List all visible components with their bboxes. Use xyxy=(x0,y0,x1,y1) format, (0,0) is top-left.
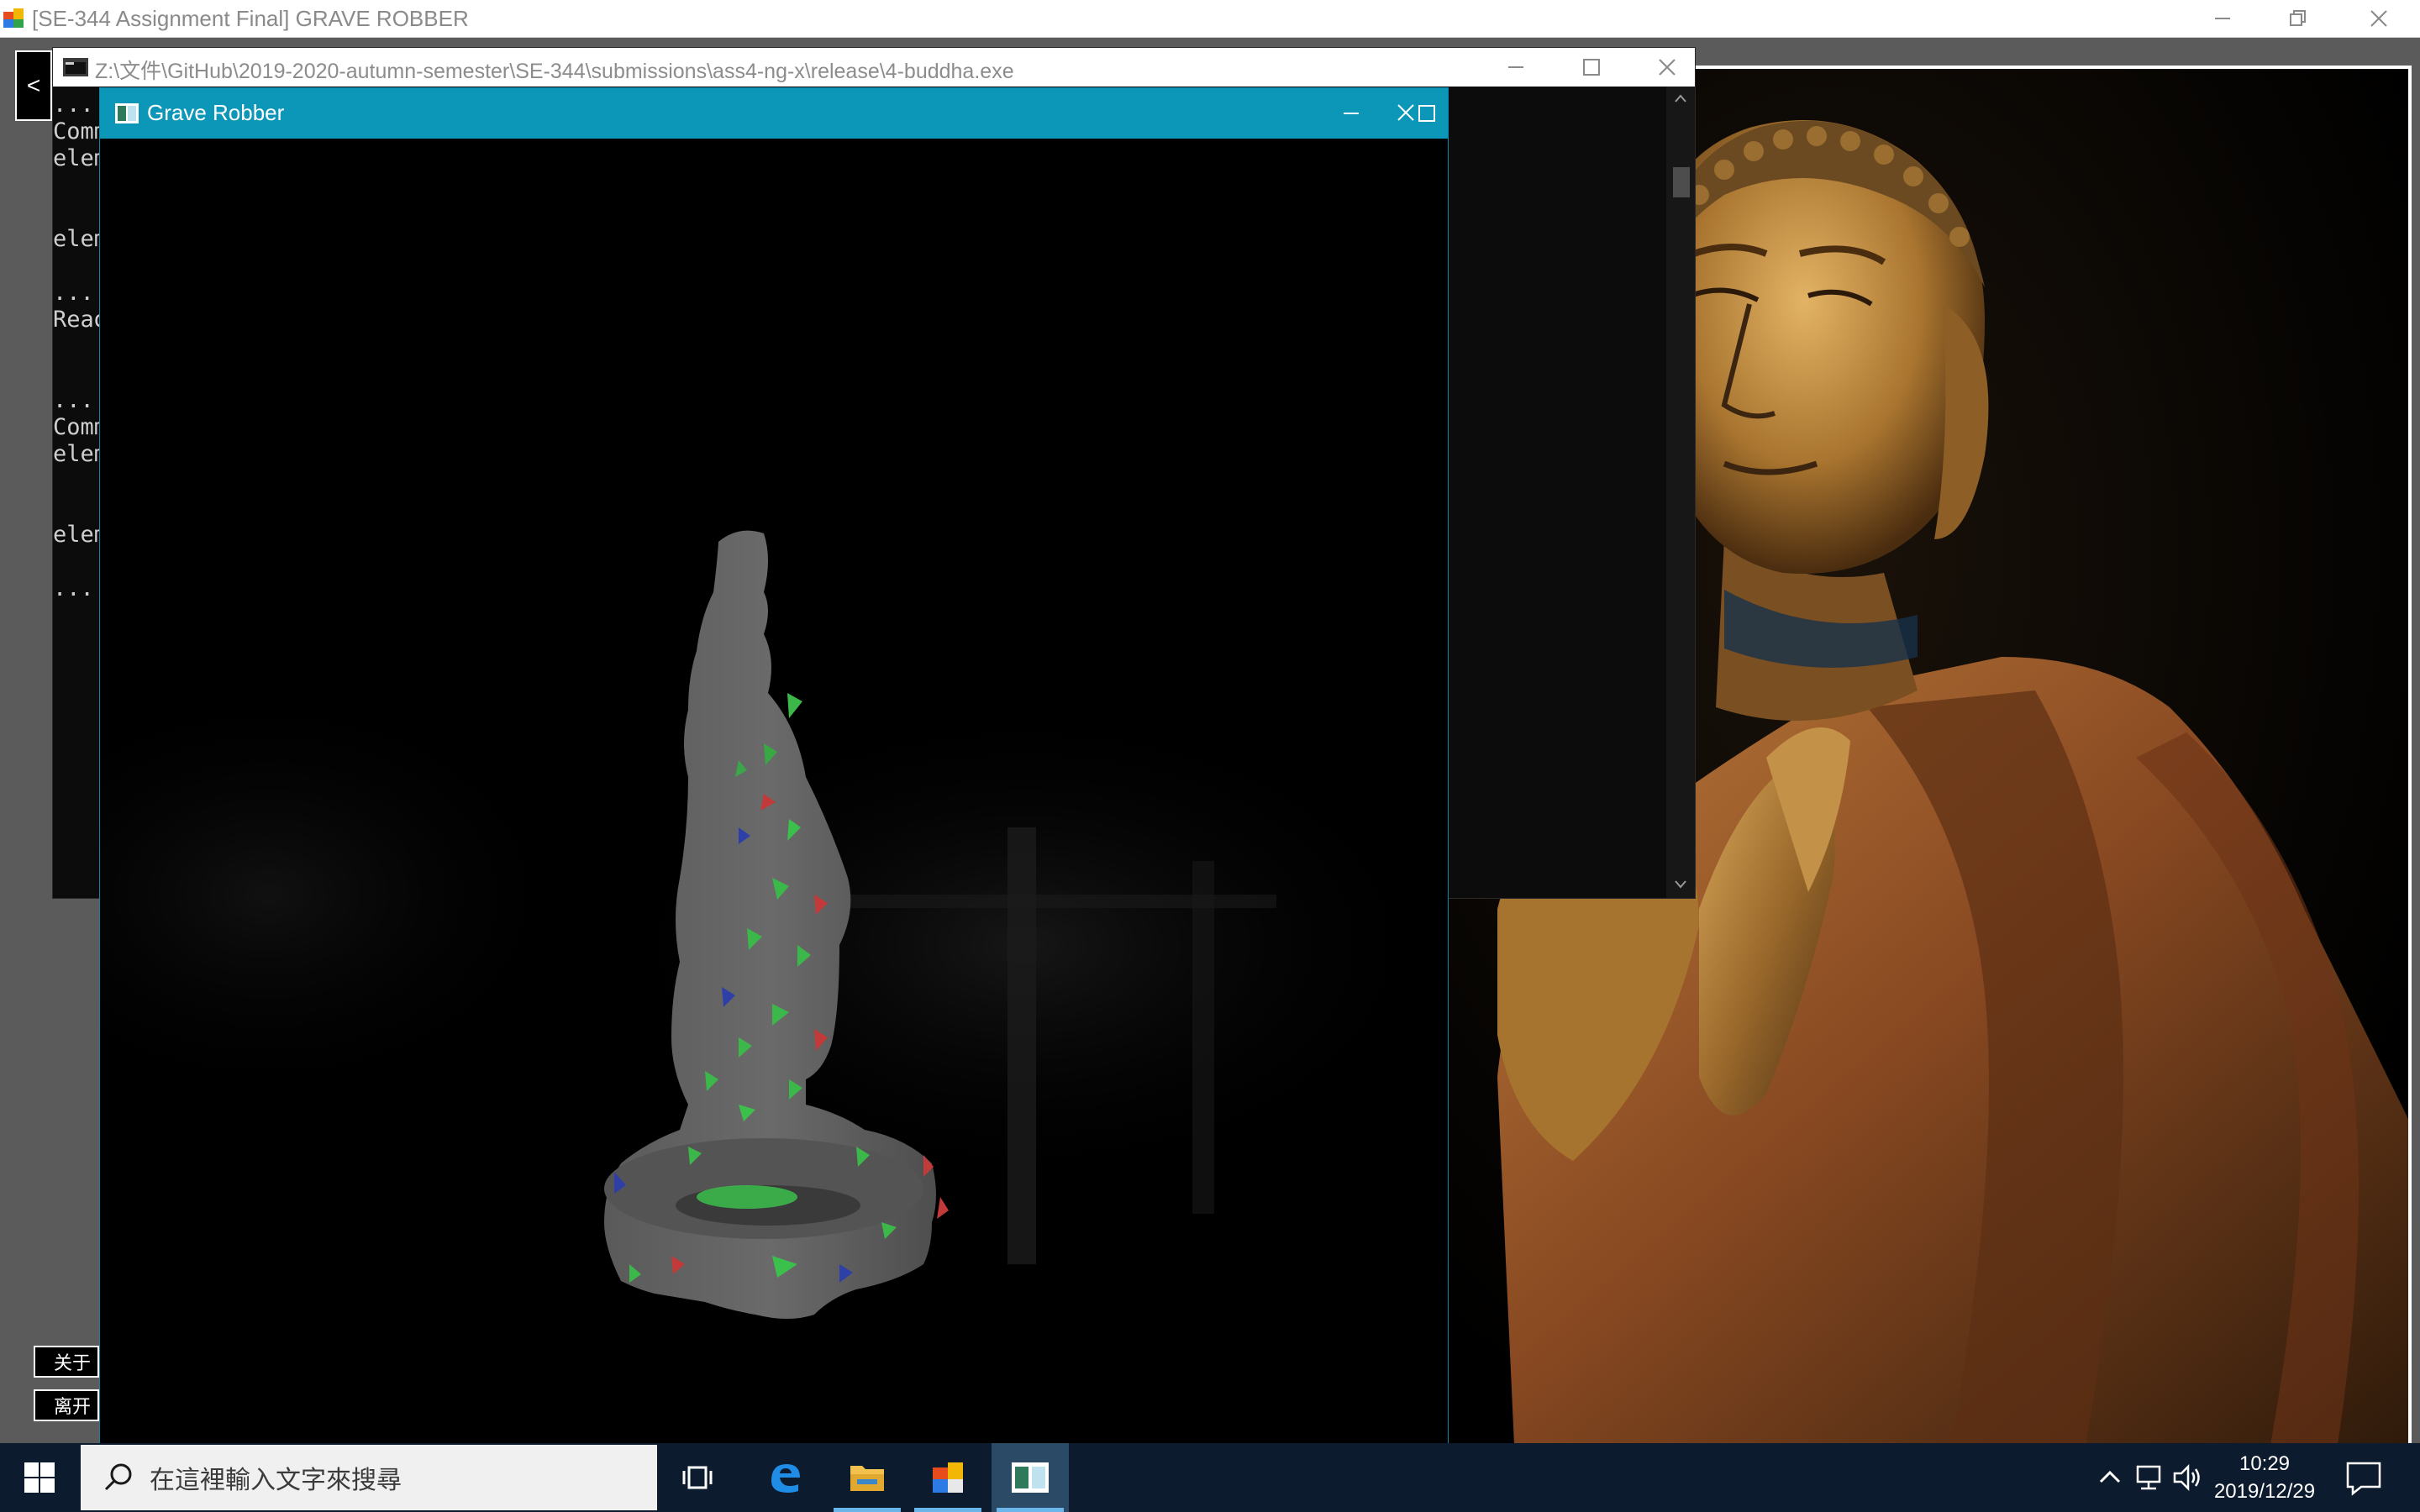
grave-robber-window[interactable]: Grave Robber xyxy=(99,87,1449,1446)
clock-time: 10:29 xyxy=(2238,1452,2291,1475)
console-scroll-thumb[interactable] xyxy=(1673,167,1690,197)
gl-close-button[interactable] xyxy=(1368,87,1444,138)
main-restore-button[interactable] xyxy=(2260,0,2336,37)
gl-app-icon xyxy=(115,103,139,123)
taskbar-clock[interactable]: 10:29 2019/12/29 xyxy=(2202,1450,2328,1505)
start-button[interactable] xyxy=(0,1443,79,1512)
gl-render-canvas[interactable] xyxy=(100,139,1448,1446)
console-minimize-button[interactable] xyxy=(1478,48,1554,87)
file-explorer-button[interactable] xyxy=(829,1443,906,1512)
about-button[interactable]: 关于 xyxy=(34,1346,99,1378)
paint-icon xyxy=(933,1462,963,1493)
running-indicator xyxy=(914,1508,981,1512)
search-icon xyxy=(104,1463,132,1491)
task-view-icon xyxy=(682,1466,713,1489)
edge-button[interactable] xyxy=(746,1443,823,1512)
edge-icon xyxy=(771,1464,800,1493)
close-icon xyxy=(2370,10,2387,27)
minimize-icon xyxy=(2215,18,2230,19)
console-scrollbar[interactable] xyxy=(1666,87,1695,898)
running-indicator xyxy=(834,1508,901,1512)
console-app-icon xyxy=(63,58,88,76)
task-view-button[interactable] xyxy=(659,1443,736,1512)
paint-app-button[interactable] xyxy=(909,1443,986,1512)
grave-robber-taskbar-button[interactable] xyxy=(992,1443,1069,1512)
network-icon[interactable] xyxy=(2134,1462,2166,1494)
back-button[interactable]: < xyxy=(15,50,52,121)
main-minimize-button[interactable] xyxy=(2185,0,2260,37)
minimize-icon xyxy=(1344,113,1359,114)
scroll-down-icon[interactable] xyxy=(1674,879,1687,890)
running-indicator xyxy=(997,1508,1064,1512)
notification-icon[interactable] xyxy=(2344,1460,2383,1497)
chevron-up-icon[interactable] xyxy=(2094,1462,2126,1494)
taskbar: 在這裡輸入文字來搜尋 10:29 2019/12/29 xyxy=(0,1443,2420,1512)
taskbar-search-box[interactable]: 在這裡輸入文字來搜尋 xyxy=(81,1445,657,1510)
close-icon xyxy=(1397,104,1414,121)
gl-close-button-placeholder xyxy=(1466,88,1542,139)
scroll-up-icon[interactable] xyxy=(1674,93,1687,103)
gl-window-title: Grave Robber xyxy=(147,100,285,125)
volume-icon[interactable] xyxy=(2171,1462,2203,1494)
console-close-button[interactable] xyxy=(1629,48,1705,87)
folder-icon xyxy=(850,1466,884,1491)
search-placeholder: 在這裡輸入文字來搜尋 xyxy=(150,1466,402,1495)
main-window-title: [SE-344 Assignment Final] GRAVE ROBBER xyxy=(32,6,469,31)
gl-app-icon xyxy=(1012,1462,1049,1493)
close-icon xyxy=(1659,59,1676,76)
console-titlebar: Z:\文件\GitHub\2019-2020-autumn-semester\S… xyxy=(53,48,1695,87)
windows-logo-icon xyxy=(24,1462,55,1493)
console-maximize-button[interactable] xyxy=(1554,48,1629,87)
clock-date: 2019/12/29 xyxy=(2213,1480,2316,1503)
gl-titlebar: Grave Robber xyxy=(100,88,1448,139)
app-icon xyxy=(3,8,24,28)
main-window-titlebar: [SE-344 Assignment Final] GRAVE ROBBER xyxy=(0,0,2420,38)
minimize-icon xyxy=(1508,66,1523,68)
leave-button[interactable]: 离开 xyxy=(34,1389,99,1421)
console-title: Z:\文件\GitHub\2019-2020-autumn-semester\S… xyxy=(95,60,1014,83)
restore-icon xyxy=(2290,10,2306,26)
main-close-button[interactable] xyxy=(2341,0,2417,37)
maximize-icon xyxy=(1583,59,1600,76)
